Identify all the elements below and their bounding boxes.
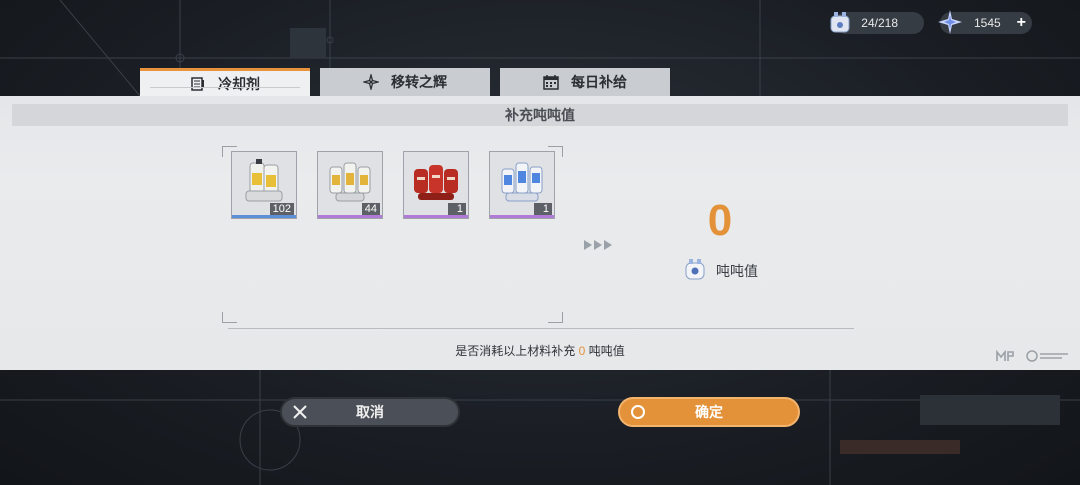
tab-label: 移转之辉	[391, 74, 447, 90]
result-label: 吨吨值	[716, 263, 758, 279]
add-gems-button[interactable]: +	[1017, 14, 1026, 32]
active-tab-underline	[150, 87, 300, 88]
conversion-arrows-icon	[584, 240, 612, 250]
rarity-bar	[404, 215, 468, 218]
tonton-canister-icon	[685, 259, 705, 280]
stamina-value: 24/218	[861, 16, 898, 30]
gem-counter[interactable]: 1545 +	[938, 10, 1032, 34]
rarity-bar	[318, 215, 382, 218]
tab-transfer-glory[interactable]: 移转之辉	[320, 68, 490, 96]
studio-logo-icon	[996, 350, 1014, 361]
confirm-label: 确定	[695, 404, 723, 420]
item-count: 102	[269, 203, 294, 215]
item-count: 1	[534, 203, 552, 215]
list-icon	[191, 76, 204, 91]
tab-label: 冷却剂	[218, 75, 260, 92]
tab-coolant[interactable]: 冷却剂	[140, 68, 310, 96]
frame-corner	[222, 312, 237, 323]
confirm-message: 是否消耗以上材料补充 0 吨吨值	[0, 342, 1080, 359]
crystal-burst-icon	[938, 10, 962, 34]
cancel-button[interactable]: 取消	[280, 397, 460, 427]
stamina-canister-icon	[830, 12, 850, 33]
tab-label: 每日补给	[571, 74, 627, 90]
item-count: 1	[448, 203, 466, 215]
rarity-bar	[490, 215, 554, 218]
confirm-button[interactable]: 确定	[618, 397, 800, 427]
yellow-coolant-icon	[245, 159, 283, 202]
rarity-bar	[232, 215, 296, 218]
cancel-label: 取消	[356, 404, 384, 420]
confirm-suffix: 吨吨值	[588, 344, 625, 358]
publisher-logo-icon	[1026, 350, 1068, 362]
coolant-panel: 补充吨吨值 102 44 1 1 0 吨吨值 是否消耗以上材料补充 0 吨吨值	[0, 96, 1080, 370]
confirm-amount: 0	[578, 344, 586, 358]
confirm-prefix: 是否消耗以上材料补充	[455, 344, 576, 358]
calendar-icon	[543, 75, 559, 90]
star-compass-icon	[363, 74, 379, 90]
divider	[228, 328, 854, 329]
coolant-item-slot[interactable]: 102	[231, 151, 297, 219]
red-coolant-pack-icon	[414, 165, 458, 200]
coolant-item-slot[interactable]: 44	[317, 151, 383, 219]
frame-corner	[548, 312, 563, 323]
result-value: 0	[707, 196, 733, 245]
gem-value: 1545	[974, 16, 1001, 30]
close-icon	[293, 405, 307, 419]
coolant-item-slot[interactable]: 1	[489, 151, 555, 219]
gold-coolant-pack-icon	[329, 162, 371, 202]
tab-daily-supply[interactable]: 每日补给	[500, 68, 670, 96]
circle-icon	[631, 405, 645, 419]
panel-title: 补充吨吨值	[12, 104, 1068, 126]
blue-coolant-pack-icon	[501, 162, 543, 202]
coolant-item-slot[interactable]: 1	[403, 151, 469, 219]
item-count: 44	[361, 203, 380, 215]
stamina-counter[interactable]: 24/218	[830, 12, 924, 34]
